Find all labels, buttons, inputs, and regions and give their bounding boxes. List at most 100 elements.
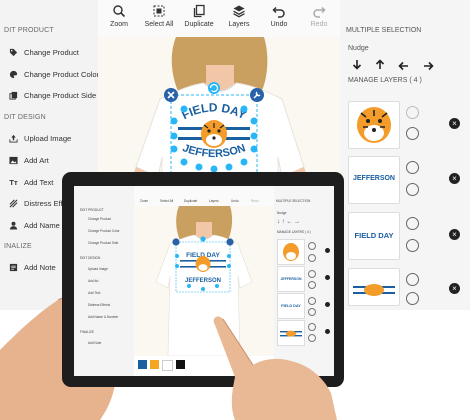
tablet-toolbar — [134, 186, 274, 206]
select-all-label: Select All — [144, 21, 174, 28]
duplicate-icon — [179, 4, 219, 18]
change-product-side-item[interactable]: Change Product Side — [9, 88, 96, 102]
zoom-icon — [99, 4, 139, 18]
duplicate-label: Duplicate — [184, 21, 214, 28]
layer-thumbnail-tiger[interactable] — [348, 101, 400, 149]
tablet-edit-design-header: EDIT DESIGN — [80, 256, 101, 260]
redo-icon — [299, 4, 339, 18]
tiger-icon — [357, 107, 391, 143]
tablet-add-note[interactable]: Add Note — [88, 341, 101, 345]
tablet-undo[interactable]: Undo — [231, 199, 239, 203]
layer-1-move-down[interactable] — [406, 127, 419, 140]
tablet-add-name-number[interactable]: Add Name & Number — [88, 315, 118, 319]
palette-icon — [9, 70, 18, 79]
tablet-change-product-color[interactable]: Change Product Color — [88, 229, 120, 233]
distress-effects-label: Distress Effe — [24, 198, 67, 208]
nudge-right-button[interactable] — [423, 58, 434, 76]
layer-2-move-down[interactable] — [406, 183, 419, 196]
layer-3-delete-icon[interactable]: × — [449, 229, 460, 240]
layer-4-move-down[interactable] — [406, 292, 419, 305]
tablet-change-product[interactable]: Change Product — [88, 217, 111, 221]
tablet-layer-2-delete-icon[interactable] — [325, 275, 330, 280]
layer-1-move-up[interactable] — [406, 106, 419, 119]
tablet-layer-2[interactable]: JEFFERSON — [277, 266, 305, 292]
tablet-tiger-icon — [283, 243, 299, 261]
add-art-label: Add Art — [24, 155, 49, 165]
tablet-multiple-selection-title: MULTIPLE SELECTION — [276, 199, 311, 203]
swatch-white[interactable] — [162, 360, 173, 371]
tablet-nudge-arrows[interactable]: ↓ ↑ ← → — [277, 219, 300, 225]
add-text-item[interactable]: Tт Add Text — [9, 175, 53, 189]
change-product-item[interactable]: Change Product — [9, 45, 79, 59]
upload-icon — [9, 134, 18, 143]
layer-1-delete-icon[interactable]: × — [449, 118, 460, 129]
add-art-item[interactable]: Add Art — [9, 153, 49, 167]
tablet-layer-3-delete-icon[interactable] — [325, 302, 330, 307]
select-all-icon — [139, 4, 179, 18]
undo-icon — [259, 4, 299, 18]
tablet-upload-image[interactable]: Upload Image — [88, 267, 108, 271]
layer-thumbnail-field-day[interactable]: FIELD DAY — [348, 212, 400, 260]
tablet-distress-effects[interactable]: Distress Effects — [88, 303, 110, 307]
tablet-add-art[interactable]: Add Art — [88, 279, 98, 283]
tablet-zoom[interactable]: Zoom — [140, 199, 148, 203]
nudge-up-button[interactable] — [375, 57, 385, 75]
upload-image-label: Upload Image — [24, 133, 72, 143]
layer-4-move-up[interactable] — [406, 273, 419, 286]
change-product-color-label: Change Product Color — [24, 69, 100, 79]
swatch-blue[interactable] — [138, 360, 147, 369]
change-product-color-item[interactable]: Change Product Color — [9, 67, 99, 81]
tablet-layer-2-up[interactable] — [308, 270, 316, 278]
tablet-layer-1[interactable] — [277, 239, 305, 265]
layer-3-move-down[interactable] — [406, 239, 419, 252]
tablet-redo[interactable]: Redo — [251, 199, 259, 203]
tablet-select-all[interactable]: Select All — [160, 199, 173, 203]
tablet-layer-2-down[interactable] — [308, 281, 316, 289]
distress-icon — [9, 199, 18, 208]
tiger-mascot-graphic — [201, 120, 227, 148]
layer-thumbnail-stripe[interactable] — [348, 268, 400, 306]
layers-icon — [219, 4, 259, 18]
undo-label: Undo — [270, 21, 288, 28]
nudge-left-button[interactable] — [398, 58, 409, 76]
multiple-selection-title: MULTIPLE SELECTION — [346, 27, 422, 34]
layer-4-delete-icon[interactable]: × — [449, 283, 460, 294]
tablet-change-product-side[interactable]: Change Product Side — [88, 241, 118, 245]
swatch-orange[interactable] — [150, 360, 159, 369]
duplicate-button[interactable]: Duplicate — [179, 4, 219, 28]
layers-label: Layers — [228, 21, 250, 28]
nudge-down-button[interactable] — [352, 57, 362, 75]
edit-product-header: DIT PRODUCT — [4, 27, 54, 34]
layer-thumbnail-jefferson[interactable]: JEFFERSON — [348, 156, 400, 204]
distress-effects-item[interactable]: Distress Effe — [9, 196, 67, 210]
add-name-number-item[interactable]: Add Name & — [9, 218, 67, 232]
tablet-add-text[interactable]: Add Text — [88, 291, 100, 295]
layers-button[interactable]: Layers — [219, 4, 259, 28]
layer-3-move-up[interactable] — [406, 217, 419, 230]
right-panel: MULTIPLE SELECTION Nudge MANAGE LAYERS (… — [340, 0, 470, 310]
add-text-label: Add Text — [24, 177, 54, 187]
tablet-layers[interactable]: Layers — [209, 199, 219, 203]
arrow-up-icon — [375, 59, 385, 69]
layer-2-move-up[interactable] — [406, 161, 419, 174]
copy-icon — [9, 91, 18, 100]
redo-button[interactable]: Redo — [299, 4, 339, 28]
tablet-edit-product-header: EDIT PRODUCT — [80, 208, 104, 212]
tablet-layer-1-up[interactable] — [308, 242, 316, 250]
tablet-color-swatches — [138, 360, 185, 371]
upload-image-item[interactable]: Upload Image — [9, 131, 71, 145]
rotate-handle[interactable] — [208, 82, 220, 94]
undo-button[interactable]: Undo — [259, 4, 299, 28]
tablet-layer-3-up[interactable] — [308, 297, 316, 305]
swatch-black[interactable] — [176, 360, 185, 369]
tablet-duplicate[interactable]: Duplicate — [184, 199, 197, 203]
zoom-button[interactable]: Zoom — [99, 4, 139, 28]
arrow-right-icon — [424, 61, 434, 71]
select-all-button[interactable]: Select All — [139, 4, 179, 28]
tablet-layer-1-down[interactable] — [308, 254, 316, 262]
toolbar: Zoom Select All Duplicate Layers Undo Re… — [98, 0, 340, 37]
tablet-left-panel — [74, 186, 134, 376]
tablet-layer-1-delete-icon[interactable] — [325, 248, 330, 253]
change-product-label: Change Product — [24, 47, 79, 57]
layer-2-delete-icon[interactable]: × — [449, 173, 460, 184]
